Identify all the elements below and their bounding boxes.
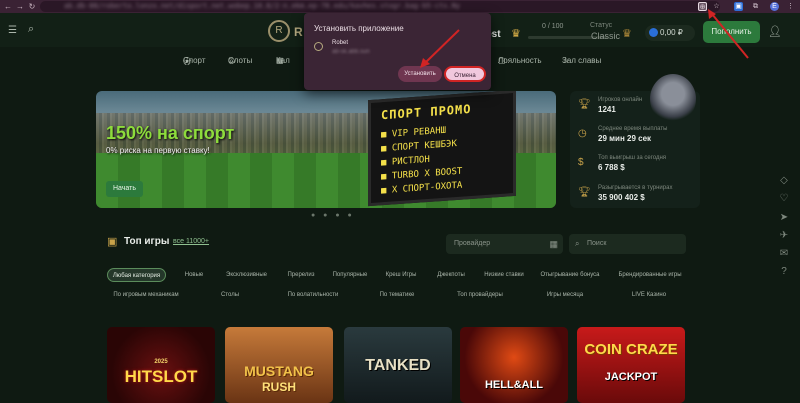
reload-icon[interactable]: ↻ — [26, 2, 38, 11]
stopwatch-icon: ◷ — [578, 128, 587, 139]
chip-new[interactable]: Новые — [175, 268, 213, 282]
telegram-icon[interactable]: ✈ — [778, 230, 790, 242]
banner-title: 150% на спорт — [106, 123, 235, 143]
game-card-coin-craze[interactable]: COIN CRAZE JACKPOT — [577, 327, 685, 403]
puzzle-icon[interactable]: ⧉ — [751, 2, 760, 11]
search-icon: ⌕ — [575, 239, 580, 248]
stat-value: 29 мин 29 сек — [598, 134, 652, 143]
top-games-title: Топ игры — [124, 236, 170, 247]
app-url: ab-sk.abb.sun — [332, 49, 370, 55]
grid-icon: ▦ — [549, 239, 558, 249]
chip-games-of-month[interactable]: Игры месяца — [540, 288, 590, 302]
stat-label: Среднее время выплаты — [598, 126, 668, 132]
app-logo-icon — [314, 42, 323, 51]
promo-banner[interactable]: 150% на спорт 0% риска на первую ставку!… — [96, 91, 556, 208]
heart-icon[interactable]: ♡ — [778, 193, 790, 205]
address-bar[interactable]: ab.db-88/roberto.lonzo.net/disport.net.w… — [40, 1, 720, 12]
stat-label: Игроков онлайн — [598, 97, 643, 103]
chip-crash[interactable]: Креш Игры — [380, 268, 422, 282]
url-text: ab.db-88/roberto.lonzo.net/disport.net.w… — [64, 2, 461, 10]
logo-text[interactable]: R — [294, 25, 303, 39]
money-bag-icon: $ — [578, 157, 584, 168]
chip-jackpots[interactable]: Джекпоты — [429, 268, 473, 282]
back-icon[interactable]: ← — [2, 2, 14, 11]
browser-toolbar: ← → ↻ ab.db-88/roberto.lonzo.net/disport… — [0, 0, 800, 13]
chip-any-category[interactable]: Любая категория — [107, 268, 166, 282]
chip-top-providers[interactable]: Топ провайдеры — [452, 288, 508, 302]
user-icon[interactable]: 👤︎ — [768, 25, 782, 38]
carousel-dots[interactable]: ● ● ● ● — [311, 212, 355, 219]
chip-branded[interactable]: Брендированные игры — [612, 268, 688, 282]
chip-volatility[interactable]: По волатильности — [280, 288, 346, 302]
tier-crown-icon: ♛ — [622, 28, 632, 40]
board-line: ■ СПОРТ КЕШБЭК — [381, 138, 457, 155]
help-icon[interactable]: ? — [778, 266, 790, 278]
trophy-icon: 🏆︎ — [578, 187, 591, 198]
progress-text: 0 / 100 — [542, 23, 564, 30]
balance-value: 0,00 ₽ — [660, 28, 683, 37]
board-line: ■ VIP РЕВАНШ — [381, 125, 447, 141]
install-button[interactable]: Установить — [398, 66, 442, 82]
chip-live-casino[interactable]: LIVE Казино — [624, 288, 674, 302]
board-line: ■ X СПОРТ-ОХОТА — [381, 180, 463, 197]
chip-prerelease[interactable]: Пререлиз — [281, 268, 321, 282]
provider-select[interactable]: Провайдер ▦ — [446, 234, 563, 254]
crown-icon: ♛ — [511, 28, 521, 40]
diamond-icon[interactable]: ◇ — [778, 175, 790, 187]
install-app-icon[interactable]: ⊕ — [698, 2, 707, 11]
extension-icon[interactable]: ▣ — [734, 2, 743, 11]
menu-icon[interactable]: ⋮ — [786, 2, 795, 11]
arrow-icon[interactable]: ➤ — [778, 212, 790, 224]
chip-exclusive[interactable]: Эксклюзивные — [219, 268, 274, 282]
chip-mechanics[interactable]: По игровым механикам — [107, 288, 185, 302]
cancel-button[interactable]: Отмена — [444, 66, 486, 82]
tier-name: Classic — [591, 31, 621, 41]
games-search-input[interactable]: ⌕ Поиск — [569, 234, 686, 254]
board-line: ■ РИСТЛОН — [381, 154, 430, 169]
balance-display[interactable]: 0,00 ₽ — [645, 25, 695, 41]
game-card-mustang-rush[interactable]: MUSTANG RUSH — [225, 327, 333, 403]
stat-value: 35 900 402 $ — [598, 193, 645, 202]
robot-mascot — [650, 74, 696, 124]
stat-label: Разыгрывается в турнирах — [598, 185, 673, 191]
trophy-cup-icon: 🏆︎ — [578, 99, 591, 110]
board-line: ■ TURBO X BOOST — [381, 166, 463, 183]
promo-scoreboard: СПОРТ ПРОМО ■ VIP РЕВАНШ ■ СПОРТ КЕШБЭК … — [368, 91, 516, 207]
game-card-hitslot[interactable]: 2025 HITSLOT — [107, 327, 215, 403]
forward-icon[interactable]: → — [14, 2, 26, 11]
game-card-tanked[interactable]: TANKED — [344, 327, 452, 403]
install-app-dialog: Установить приложение Robet ab-sk.abb.su… — [304, 13, 491, 90]
chip-tables[interactable]: Столы — [210, 288, 250, 302]
banner-subtitle: 0% риска на первую ставку! — [106, 146, 210, 155]
board-title: СПОРТ ПРОМО — [381, 101, 472, 123]
tier-label: Статус — [590, 22, 613, 29]
chip-popular[interactable]: Популярные — [327, 268, 373, 282]
search-icon[interactable]: ⌕ — [28, 23, 34, 36]
chip-themes[interactable]: По тематике — [374, 288, 420, 302]
stat-value: 1241 — [598, 105, 616, 114]
profile-avatar[interactable]: E — [770, 2, 779, 11]
deposit-button[interactable]: Пополнить — [703, 21, 760, 43]
game-card-hell-and-all[interactable]: HELL&ALL — [460, 327, 568, 403]
top-games-icon: ▣ — [107, 236, 118, 248]
chip-low-stakes[interactable]: Низкие ставки — [478, 268, 530, 282]
all-games-link[interactable]: все 11000+ — [173, 238, 209, 245]
coin-icon — [649, 28, 658, 38]
dialog-title: Установить приложение — [314, 24, 404, 33]
stat-label: Топ выигрыш за сегодня — [598, 155, 667, 161]
hamburger-icon[interactable]: ☰ — [8, 25, 17, 36]
star-icon[interactable]: ☆ — [712, 2, 721, 11]
banner-start-button[interactable]: Начать — [106, 181, 143, 197]
stat-value: 6 788 $ — [598, 163, 625, 172]
logo-icon[interactable]: R — [268, 20, 290, 42]
app-name: Robet — [332, 40, 349, 46]
chip-bonus-wagering[interactable]: Отыгрывание бонуса — [536, 268, 604, 282]
chat-icon[interactable]: ✉ — [778, 248, 790, 260]
